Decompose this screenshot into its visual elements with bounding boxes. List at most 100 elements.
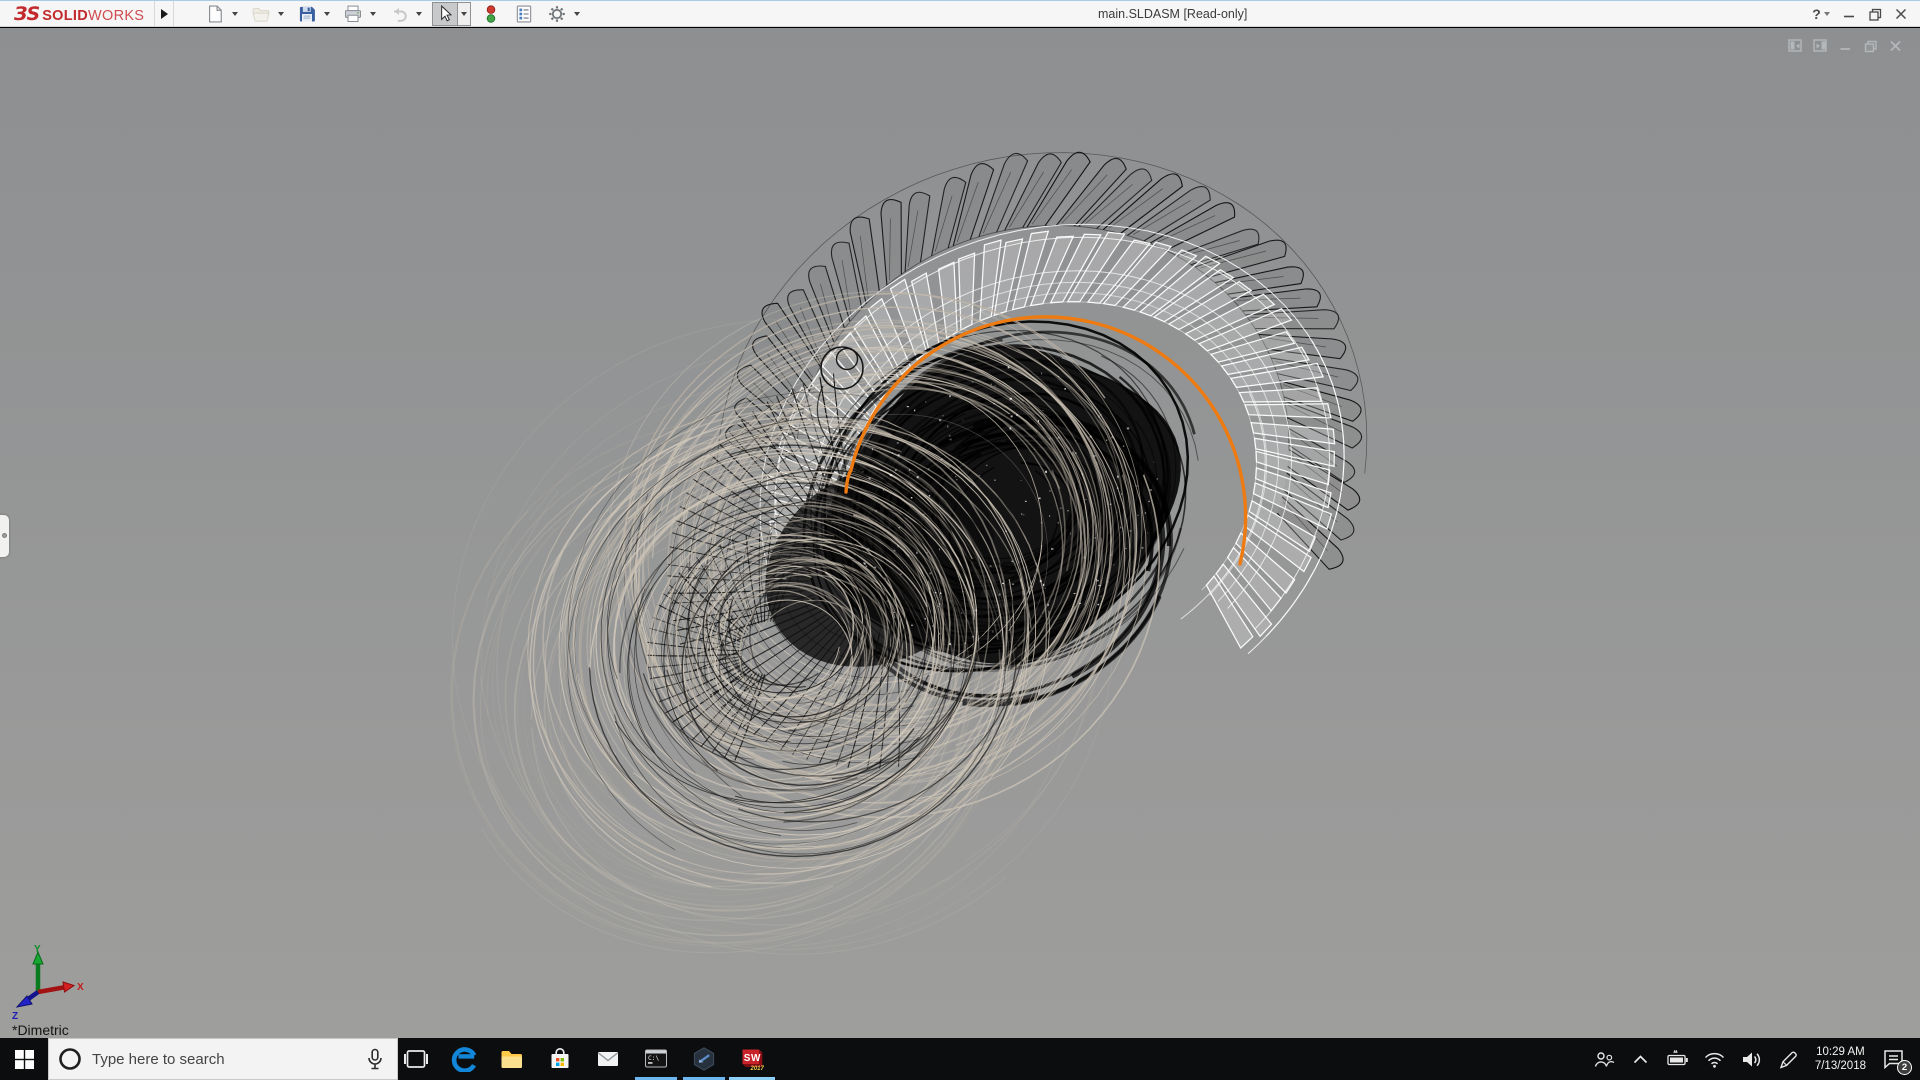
taskbar-task-view-button[interactable] [392, 1038, 440, 1080]
svg-text:W: W [751, 1053, 761, 1064]
options-dropdown-button[interactable] [570, 2, 583, 26]
menu-flyout-button[interactable] [154, 0, 175, 27]
select-dropdown-button[interactable] [458, 1, 472, 26]
clock-time: 10:29 AM [1816, 1046, 1865, 1058]
store-icon [551, 1048, 569, 1068]
taskbar-edge-button[interactable] [440, 1038, 488, 1080]
logo-text-solid: SOLID [42, 7, 88, 24]
save-icon [300, 6, 316, 21]
file-properties-button[interactable] [511, 2, 537, 26]
open-button[interactable] [248, 2, 274, 26]
help-button[interactable]: ? [1806, 1, 1836, 27]
display-pane-toggle-button[interactable] [1783, 36, 1808, 56]
svg-text:S: S [744, 1053, 751, 1064]
save-button[interactable] [294, 2, 320, 26]
dassault-3ds-logo-icon: ЗS [14, 2, 40, 25]
rebuild-button[interactable] [478, 2, 504, 26]
tray-wifi-button[interactable] [1696, 1038, 1733, 1080]
triad-x-label: X [77, 982, 84, 993]
close-button[interactable] [1888, 1, 1914, 27]
undo-caret-icon [415, 11, 422, 16]
taskbar-search[interactable] [48, 1038, 398, 1080]
undo-tool-group [386, 2, 425, 26]
new-document-button[interactable] [202, 2, 228, 26]
windows-logo-icon [14, 1049, 34, 1069]
graphics-viewport[interactable]: Y X Z *Dimetric [0, 28, 1920, 1038]
file-properties-icon [517, 5, 532, 22]
open-icon [252, 7, 270, 22]
microphone-icon[interactable] [365, 1048, 385, 1070]
help-caret-icon [1823, 12, 1830, 16]
volume-icon [1742, 1052, 1760, 1066]
open-caret-icon [277, 11, 284, 16]
chevron-up-icon [1633, 1054, 1647, 1063]
featuremanager-pane-toggle-button[interactable] [1808, 36, 1833, 56]
close-icon [1895, 8, 1907, 20]
panel-tab-grip-icon [2, 533, 7, 538]
taskbar-file-explorer-button[interactable] [488, 1038, 536, 1080]
doc-close-button[interactable] [1883, 36, 1908, 56]
restore-button[interactable] [1862, 1, 1888, 27]
taskbar-app-icons: C:\ S W 2017 [392, 1038, 776, 1080]
featuremanager-pane-icon [1813, 39, 1827, 52]
new-document-tool-group [202, 2, 241, 26]
search-input[interactable] [92, 1050, 359, 1068]
cortana-icon [59, 1048, 81, 1070]
taskbar-store-button[interactable] [536, 1038, 584, 1080]
print-caret-icon [369, 11, 376, 16]
undo-icon [394, 7, 407, 22]
system-tray: 10:29 AM 7/13/2018 2 [1585, 1038, 1920, 1080]
doc-restore-icon [1864, 40, 1877, 52]
options-icon [549, 5, 566, 22]
print-icon [345, 5, 362, 22]
tray-battery-button[interactable] [1659, 1038, 1696, 1080]
clock-date: 7/13/2018 [1814, 1060, 1866, 1072]
doc-minimize-button[interactable] [1833, 36, 1858, 56]
solidworks-2017-icon: S W 2017 [742, 1049, 765, 1072]
display-pane-icon [1788, 39, 1802, 52]
start-button[interactable] [0, 1038, 48, 1080]
solidworks-logo: ЗS SOLID WORKS [0, 3, 154, 25]
edge-icon [451, 1047, 477, 1072]
turbine-assembly-wireframe-model [449, 151, 1368, 955]
doc-close-icon [1890, 40, 1901, 52]
taskbar-solidworks-2017-button[interactable]: S W 2017 [728, 1038, 776, 1080]
action-center-button[interactable]: 2 [1874, 1038, 1916, 1080]
tray-people-button[interactable] [1585, 1038, 1622, 1080]
taskbar-hexagon-app-button[interactable] [680, 1038, 728, 1080]
taskbar-command-prompt-button[interactable]: C:\ [632, 1038, 680, 1080]
print-button[interactable] [340, 2, 366, 26]
collapsed-featuremanager-tab[interactable] [0, 515, 9, 557]
doc-restore-button[interactable] [1858, 36, 1883, 56]
document-window-controls [1783, 36, 1908, 56]
select-tool-group [432, 1, 472, 26]
options-button[interactable] [544, 2, 570, 26]
undo-dropdown-button[interactable] [412, 2, 425, 26]
open-dropdown-button[interactable] [274, 2, 287, 26]
triad-x-axis [37, 984, 67, 995]
undo-button[interactable] [386, 2, 412, 26]
save-caret-icon [323, 11, 330, 16]
tray-windows-ink-button[interactable] [1770, 1038, 1807, 1080]
people-icon [1594, 1051, 1615, 1067]
logo-text-works: WORKS [88, 7, 145, 24]
title-bar: ЗS SOLID WORKS main.SLDASM [Read-only] ? [0, 0, 1920, 27]
new-document-icon [209, 5, 223, 22]
options-caret-icon [573, 11, 580, 16]
print-dropdown-button[interactable] [366, 2, 379, 26]
windows-ink-icon [1779, 1051, 1797, 1069]
taskbar-clock[interactable]: 10:29 AM 7/13/2018 [1807, 1045, 1874, 1073]
save-dropdown-button[interactable] [320, 2, 333, 26]
window-controls: ? [1806, 1, 1914, 27]
tray-volume-button[interactable] [1733, 1038, 1770, 1080]
mail-icon [598, 1052, 618, 1066]
new-document-dropdown-button[interactable] [228, 2, 241, 26]
taskbar-mail-button[interactable] [584, 1038, 632, 1080]
file-properties-tool-group [511, 2, 537, 26]
select-button[interactable] [432, 1, 459, 26]
solidworks-window: ЗS SOLID WORKS main.SLDASM [Read-only] ? [0, 0, 1920, 1080]
triad-x-arrowhead [62, 981, 76, 993]
tray-chevron-up-button[interactable] [1622, 1038, 1659, 1080]
task-view-icon [404, 1050, 428, 1068]
minimize-button[interactable] [1836, 1, 1862, 27]
